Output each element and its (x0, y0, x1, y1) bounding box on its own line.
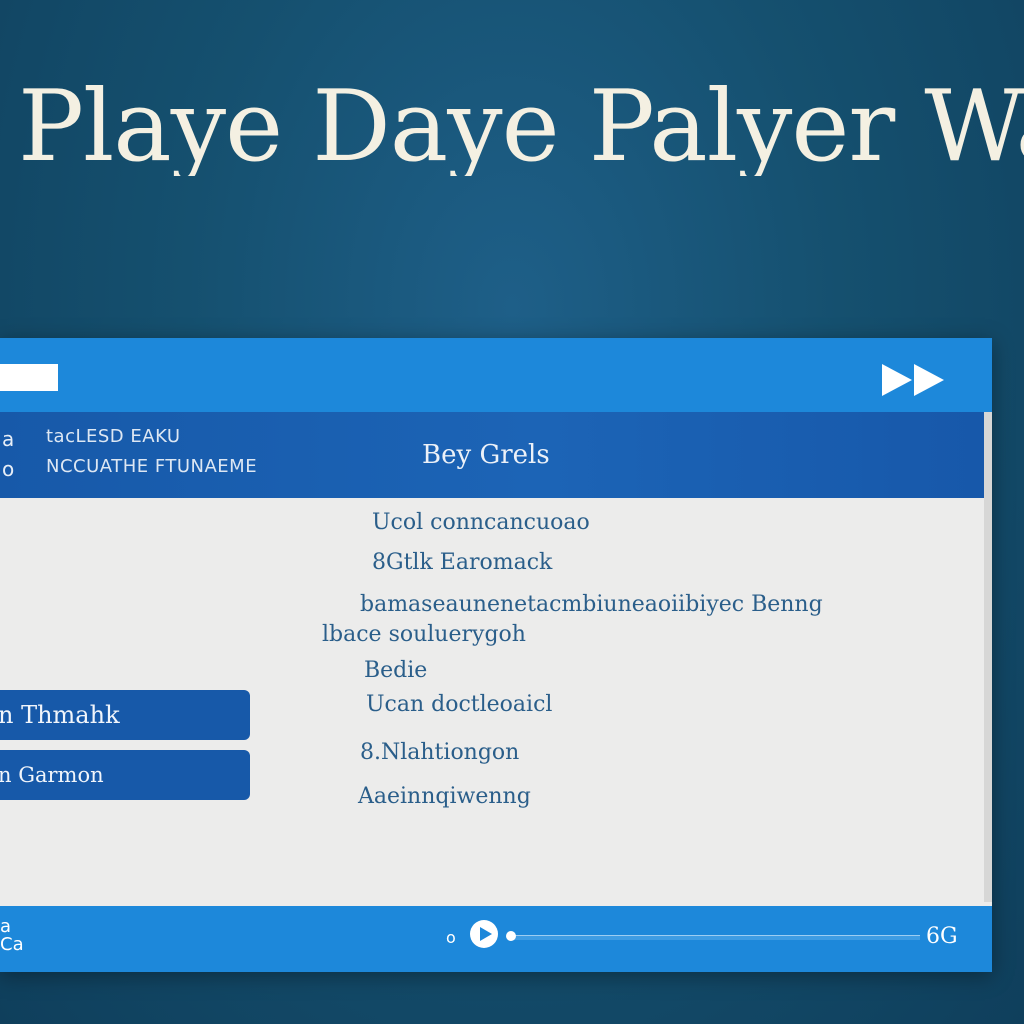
player-window: a o tacLESD EAKU NCCUATHE FTUNAEME Bey G… (0, 338, 992, 972)
seek-handle[interactable] (506, 931, 516, 941)
header-meta: tacLESD EAKU NCCUATHE FTUNAEME (46, 422, 257, 482)
header-glyph: o (2, 457, 15, 481)
content-line: 8Gtlk Earomack (372, 550, 553, 575)
playback-bar: a Ca o 6G (0, 906, 992, 972)
fast-forward-icon (882, 364, 912, 396)
content-line: lbace souluerygoh (322, 622, 526, 647)
content-line: Bedie (364, 658, 428, 683)
content-line: Aaeinnqiwenng (358, 784, 531, 809)
fast-forward-icon (914, 364, 944, 396)
side-button-primary[interactable]: n Thmahk (0, 690, 250, 740)
header-title: Bey Grels (422, 440, 550, 470)
volume-icon[interactable]: o (446, 928, 456, 947)
side-button-label: n Thmahk (0, 701, 120, 729)
side-button-label: n Garmon (0, 763, 104, 787)
hero-title: Playe Daye Palyer Wah Play (18, 78, 1024, 176)
title-bar (0, 338, 992, 412)
header-band: a o tacLESD EAKU NCCUATHE FTUNAEME Bey G… (0, 412, 984, 498)
time-readout: 6G (926, 924, 958, 949)
header-glyph: a (2, 427, 15, 451)
side-button-secondary[interactable]: n Garmon (0, 750, 250, 800)
play-icon (479, 927, 492, 941)
content-line: bamaseaunenetacmbiuneaoiibiyec Benng (360, 592, 823, 617)
content-line: Ucan doctleoaicl (366, 692, 553, 717)
header-left-glyphs: a o (0, 424, 40, 484)
bottom-glyph: Ca (0, 934, 24, 955)
bottom-left-glyphs: a Ca (0, 918, 24, 954)
header-meta-line: tacLESD EAKU (46, 426, 181, 447)
fast-forward-button[interactable] (882, 360, 966, 400)
content-line: 8.Nlahtiongon (360, 740, 520, 765)
window-edge (984, 412, 992, 902)
content-line: Ucol conncancuoao (372, 510, 590, 535)
header-meta-line: NCCUATHE FTUNAEME (46, 456, 258, 477)
title-bar-input[interactable] (0, 364, 58, 391)
play-button[interactable] (470, 920, 498, 948)
seek-bar[interactable] (508, 935, 920, 940)
